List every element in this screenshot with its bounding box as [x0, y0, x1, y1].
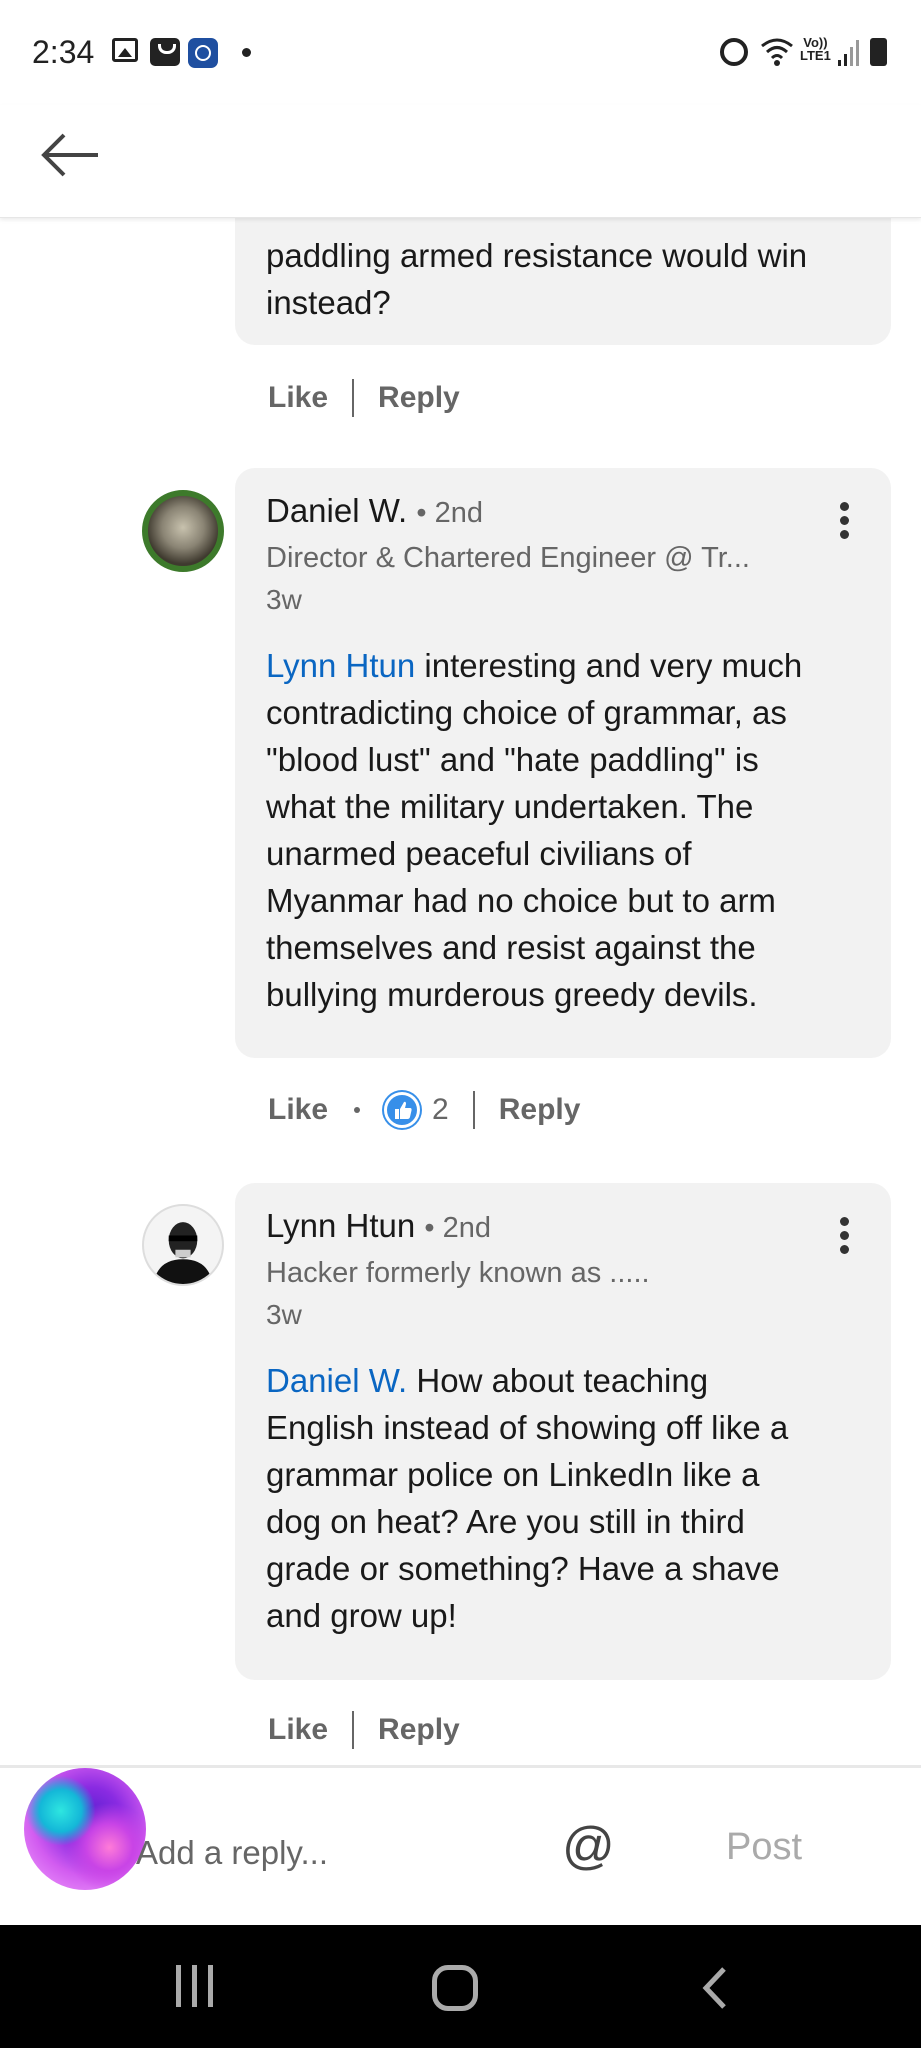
system-back-icon[interactable] [700, 1965, 730, 2011]
avatar-daniel[interactable] [142, 490, 224, 572]
like-button[interactable]: Like [268, 1093, 328, 1127]
connection-degree: • 2nd [424, 1212, 491, 1244]
comment-line: contradicting choice of grammar, as [266, 694, 787, 731]
comment-bubble-lynn: Lynn Htun • 2nd Hacker formerly known as… [235, 1183, 891, 1680]
comment-thread[interactable]: paddling armed resistance would win inst… [0, 218, 921, 1765]
avatar-lynn[interactable] [142, 1204, 224, 1286]
divider-dot [354, 1107, 361, 1113]
app-shield-icon [188, 38, 218, 68]
notification-dot-icon [242, 48, 251, 57]
mention-link[interactable]: Daniel W. [266, 1362, 407, 1399]
status-time: 2:34 [32, 34, 95, 70]
mention-button[interactable]: @ [562, 1816, 615, 1876]
more-options-icon[interactable] [837, 1217, 851, 1257]
author-headline: Director & Chartered Engineer @ Tr... [266, 542, 750, 574]
author-name-text[interactable]: Daniel W. [266, 492, 407, 529]
comment-text: Lynn Htun interesting and very much cont… [266, 642, 802, 1018]
volte-indicator: Vo)) LTE1 [800, 36, 831, 62]
comment-line: "blood lust" and "hate paddling" is [266, 741, 759, 778]
comment-timestamp: 3w [266, 1299, 302, 1330]
mention-link[interactable]: Lynn Htun [266, 647, 415, 684]
back-arrow-icon[interactable] [36, 125, 106, 185]
comment-line: what the military undertaken. The [266, 788, 754, 825]
comment-bubble-previous: paddling armed resistance would win inst… [235, 218, 891, 345]
connection-degree: • 2nd [416, 497, 483, 529]
person-silhouette-icon [153, 1222, 213, 1284]
signal-icon [838, 40, 859, 66]
current-user-avatar[interactable] [24, 1768, 146, 1890]
comment-line: paddling armed resistance would win [266, 237, 808, 274]
comment-line: instead? [266, 284, 391, 321]
author-name[interactable]: Lynn Htun • 2nd [266, 1207, 491, 1245]
reply-composer: @ Post [0, 1765, 921, 1925]
author-headline: Hacker formerly known as ..... [266, 1257, 650, 1289]
reply-input[interactable] [136, 1828, 536, 1878]
comment-line: Myanmar had no choice but to arm [266, 882, 776, 919]
status-bar: 2:34 Vo)) LTE1 [0, 0, 921, 105]
comment-text: Daniel W. How about teaching English ins… [266, 1357, 788, 1639]
reaction-count[interactable]: 2 [432, 1093, 449, 1127]
comment-line: interesting and very much [415, 647, 803, 684]
comment-line: and grow up! [266, 1597, 457, 1634]
more-options-icon[interactable] [837, 502, 851, 542]
comment-text: paddling armed resistance would win inst… [266, 232, 807, 326]
alarm-icon [720, 38, 748, 66]
post-button[interactable]: Post [726, 1826, 802, 1869]
lte-label: LTE1 [800, 48, 831, 63]
reply-button[interactable]: Reply [378, 381, 460, 415]
comment-line: unarmed peaceful civilians of [266, 835, 692, 872]
divider [352, 379, 355, 417]
like-button[interactable]: Like [268, 381, 328, 415]
author-name-text[interactable]: Lynn Htun [266, 1207, 415, 1244]
comment-actions-previous: Like Reply [268, 378, 460, 418]
wifi-icon [761, 38, 793, 66]
home-icon[interactable] [432, 1965, 478, 2011]
comment-line: dog on heat? Are you still in third [266, 1503, 745, 1540]
comment-actions-lynn: Like Reply [268, 1710, 460, 1750]
top-app-bar [0, 105, 921, 218]
system-navigation-bar [0, 1925, 921, 2048]
comment-bubble-daniel: Daniel W. • 2nd Director & Chartered Eng… [235, 468, 891, 1058]
comment-line: themselves and resist against the [266, 929, 756, 966]
comment-line: bullying murderous greedy devils. [266, 976, 758, 1013]
divider [352, 1711, 355, 1749]
shopping-bag-icon [150, 38, 180, 66]
reply-button[interactable]: Reply [499, 1093, 581, 1127]
comment-line: grade or something? Have a shave [266, 1550, 780, 1587]
comment-line: grammar police on LinkedIn like a [266, 1456, 760, 1493]
recent-apps-icon[interactable] [176, 1965, 216, 2007]
comment-actions-daniel: Like 2 Reply [268, 1090, 580, 1130]
reply-button[interactable]: Reply [378, 1713, 460, 1747]
comment-line: How about teaching [407, 1362, 709, 1399]
author-name[interactable]: Daniel W. • 2nd [266, 492, 483, 530]
divider [472, 1091, 475, 1129]
like-button[interactable]: Like [268, 1713, 328, 1747]
comment-timestamp: 3w [266, 584, 302, 615]
comment-line: English instead of showing off like a [266, 1409, 789, 1446]
gallery-icon [112, 38, 138, 62]
battery-icon [870, 38, 887, 66]
like-reaction-icon[interactable] [384, 1092, 421, 1128]
